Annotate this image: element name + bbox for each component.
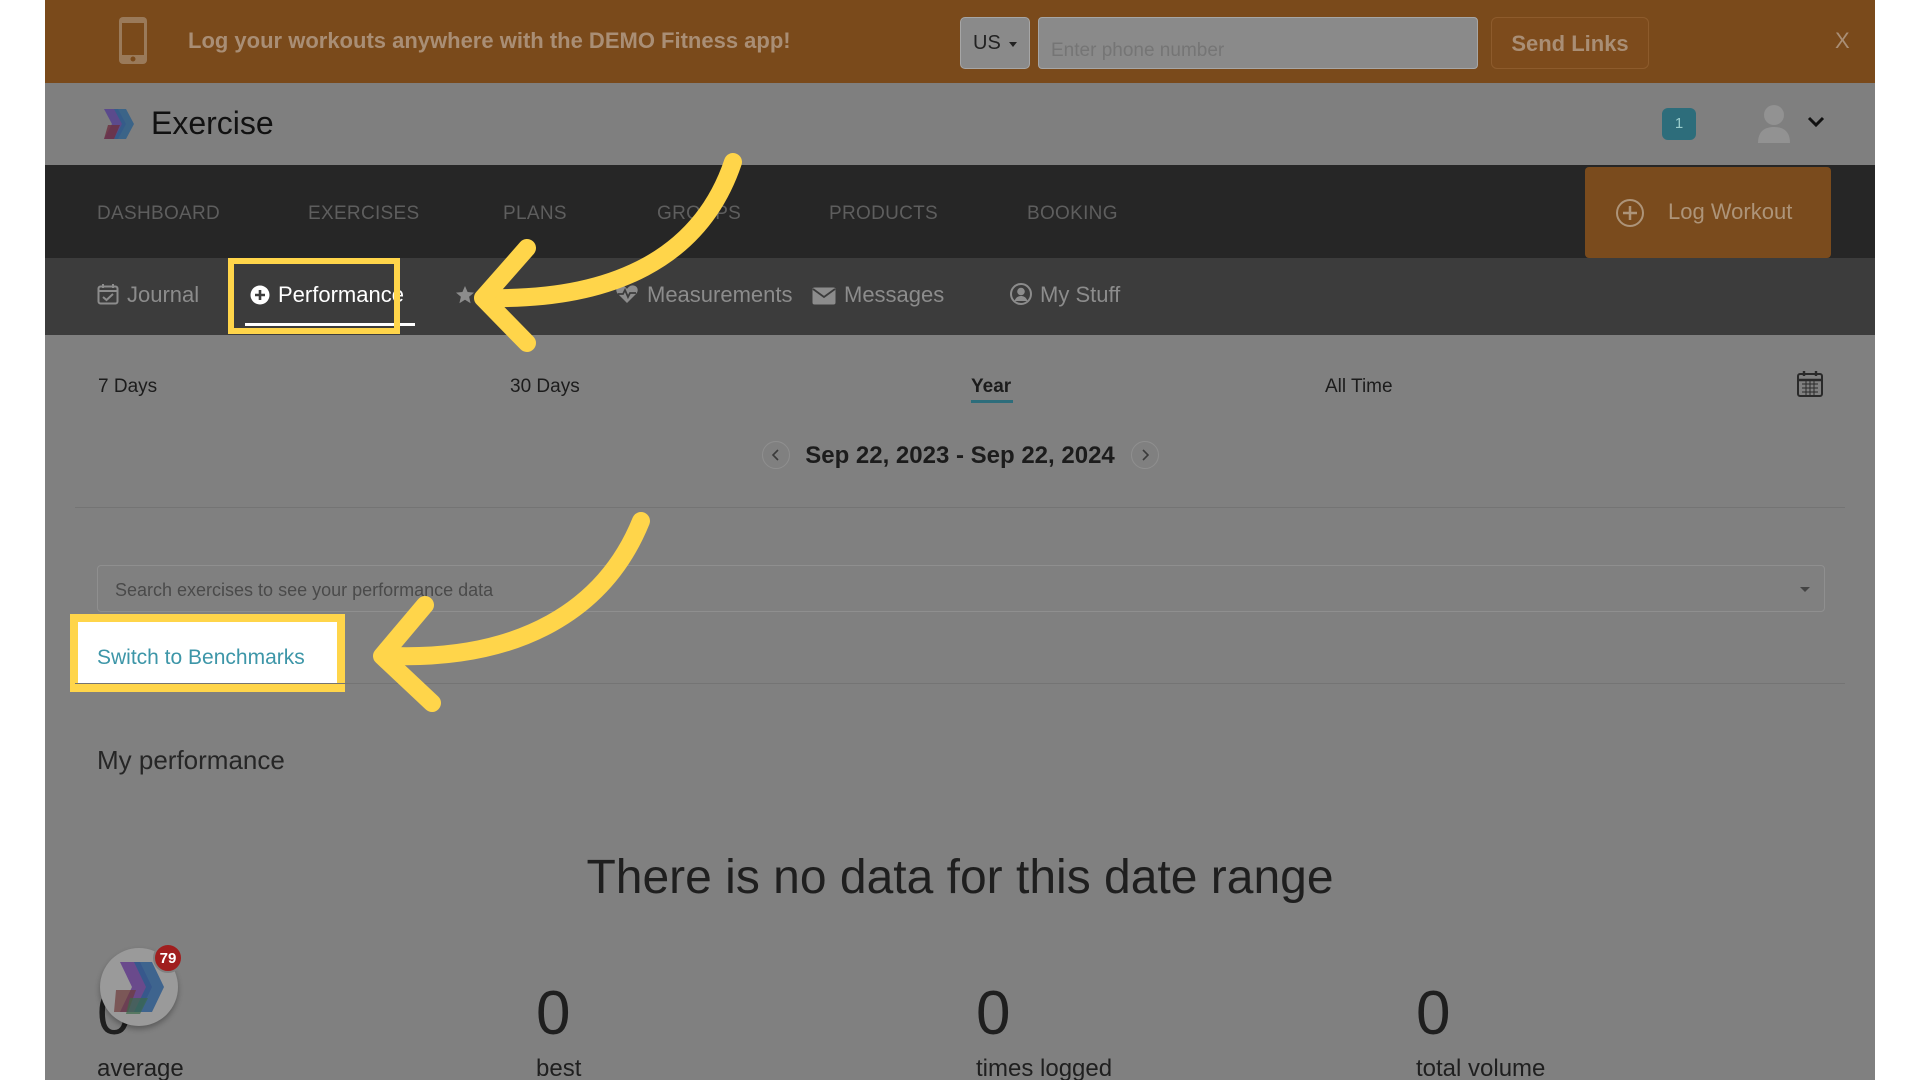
user-circle-icon [1010,283,1032,305]
smartphone-icon [119,17,147,64]
app-header: Exercise 1 [45,83,1875,165]
nav-exercises[interactable]: EXERCISES [308,203,419,225]
stat-total-volume-label: total volume [1416,1055,1546,1080]
calendar-icon[interactable] [1797,370,1823,397]
tab-favorites[interactable] [455,282,483,308]
nav-products[interactable]: PRODUCTS [829,203,938,225]
date-range-label: Sep 22, 2023 - Sep 22, 2024 [805,442,1115,469]
caret-down-icon [1009,42,1017,47]
exercise-search-select[interactable]: Search exercises to see your performance… [97,565,1825,612]
range-year[interactable]: Year [971,376,1011,398]
stat-best-value: 0 [536,979,571,1048]
caret-down-icon [1800,587,1810,592]
no-data-message: There is no data for this date range [586,851,1334,904]
phone-number-input[interactable] [1038,17,1478,69]
tab-measurements-label: Measurements [647,282,793,307]
brand-name[interactable]: Exercise [151,105,274,142]
section-divider [75,683,1845,684]
section-divider [75,507,1845,508]
stat-total-volume-value: 0 [1416,979,1451,1048]
tab-measurements[interactable]: Measurements [615,282,793,308]
user-avatar-icon[interactable] [1757,103,1791,145]
stat-best-label: best [536,1055,582,1080]
country-value: US [973,32,1001,54]
promo-text: Log your workouts anywhere with the DEMO… [188,28,791,53]
range-7-days[interactable]: 7 Days [98,376,157,398]
app-frame: Log your workouts anywhere with the DEMO… [45,0,1875,1080]
notification-badge[interactable]: 1 [1662,108,1696,140]
stat-times-logged-value: 0 [976,979,1011,1048]
envelope-icon [812,287,836,305]
my-performance-heading: My performance [97,745,285,775]
app-promo-banner: Log your workouts anywhere with the DEMO… [45,0,1875,83]
benchmarks-highlight-box: Switch to Benchmarks [70,614,345,692]
tab-messages[interactable]: Messages [812,282,944,308]
star-icon [456,286,474,304]
send-links-button[interactable]: Send Links [1491,17,1649,69]
brand-logo-icon[interactable] [100,105,138,143]
tab-journal[interactable]: Journal [97,282,199,308]
tab-journal-label: Journal [127,282,200,307]
tab-messages-label: Messages [844,282,945,307]
chevron-right-icon [1142,449,1150,461]
log-workout-label: Log Workout [1668,199,1793,224]
nav-plans[interactable]: PLANS [503,203,567,225]
country-select[interactable]: US [960,17,1030,69]
chevron-down-icon[interactable] [1807,115,1825,129]
calendar-check-icon [97,284,119,305]
nav-groups[interactable]: GROUPS [657,203,741,225]
log-workout-button[interactable]: Log Workout [1585,167,1831,258]
app-badge-count: 79 [153,943,183,973]
next-range-button[interactable] [1131,441,1159,469]
performance-highlight-box [228,258,400,334]
tab-my-stuff-label: My Stuff [1040,282,1121,307]
close-banner-button[interactable]: X [1835,28,1850,54]
nav-booking[interactable]: BOOKING [1027,203,1118,225]
plus-circle-icon [1616,199,1644,227]
active-range-underline [971,400,1013,403]
search-placeholder: Search exercises to see your performance… [115,580,494,600]
tab-my-stuff[interactable]: My Stuff [1010,282,1120,308]
stat-average-label: average [97,1055,184,1080]
stat-times-logged-label: times logged [976,1055,1113,1080]
heartbeat-icon [616,285,638,303]
switch-to-benchmarks-link[interactable]: Switch to Benchmarks [97,646,305,670]
range-all-time[interactable]: All Time [1325,376,1393,398]
nav-dashboard[interactable]: DASHBOARD [97,203,220,225]
range-30-days[interactable]: 30 Days [510,376,580,398]
